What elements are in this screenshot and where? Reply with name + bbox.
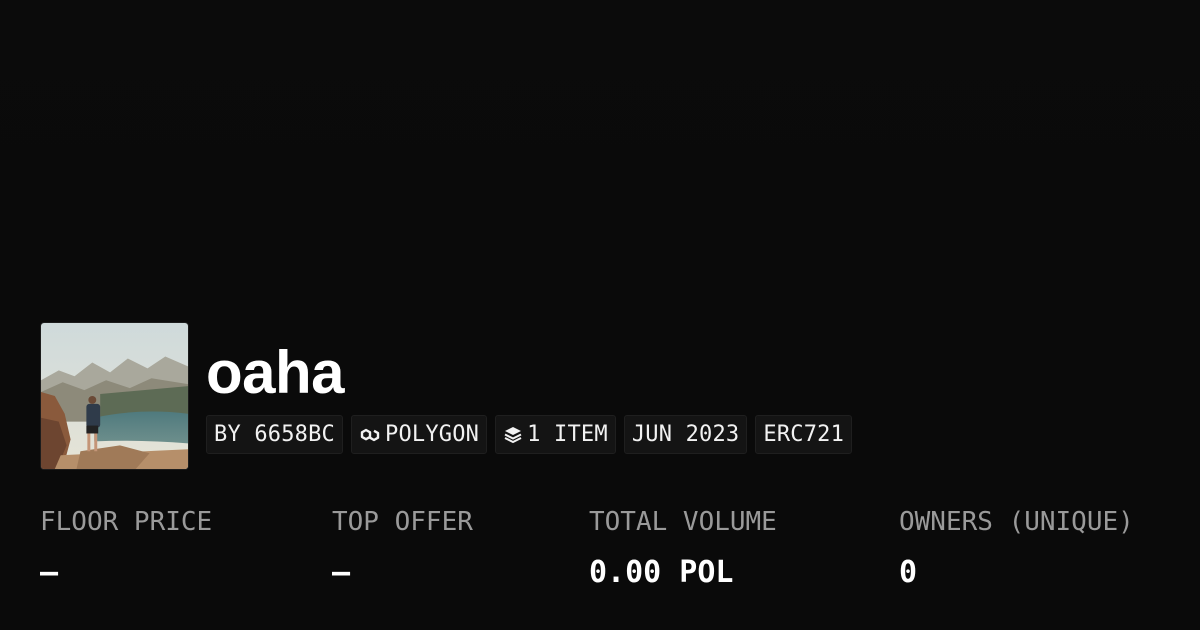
header-backdrop	[0, 0, 1200, 300]
date-chip-label: JUN 2023	[631, 422, 740, 447]
standard-chip: ERC721	[755, 415, 853, 454]
top-offer-stat: TOP OFFER –	[332, 504, 473, 592]
floor-price-stat: FLOOR PRICE –	[40, 504, 212, 592]
floor-price-label: FLOOR PRICE	[40, 507, 213, 537]
items-chip[interactable]: 1 ITEM	[495, 415, 616, 454]
collection-meta-chips: BY 6658BC POLYGON 1 ITEM JUN 2023 ERC721	[206, 415, 853, 454]
total-volume-stat: TOTAL VOLUME 0.00 POL	[589, 504, 777, 592]
layers-icon	[503, 425, 523, 445]
chain-chip[interactable]: POLYGON	[351, 415, 488, 454]
total-volume-label: TOTAL VOLUME	[589, 507, 777, 537]
date-chip: JUN 2023	[623, 415, 748, 454]
floor-price-value: –	[40, 555, 59, 590]
collection-avatar[interactable]	[40, 322, 189, 470]
items-chip-label: 1 ITEM	[527, 422, 608, 447]
owners-stat: OWNERS (UNIQUE) 0	[899, 504, 1134, 592]
creator-chip-label: BY 6658BC	[214, 422, 336, 447]
collection-title: oaha	[206, 339, 345, 406]
avatar-image	[41, 323, 188, 469]
owners-label: OWNERS (UNIQUE)	[899, 507, 1134, 537]
top-offer-value: –	[332, 555, 351, 590]
chain-chip-label: POLYGON	[385, 422, 480, 447]
total-volume-value: 0.00 POL	[589, 555, 734, 590]
link-icon	[359, 424, 381, 446]
top-offer-label: TOP OFFER	[332, 507, 473, 537]
standard-chip-label: ERC721	[763, 422, 845, 447]
owners-value: 0	[899, 555, 918, 590]
creator-chip[interactable]: BY 6658BC	[206, 415, 344, 454]
